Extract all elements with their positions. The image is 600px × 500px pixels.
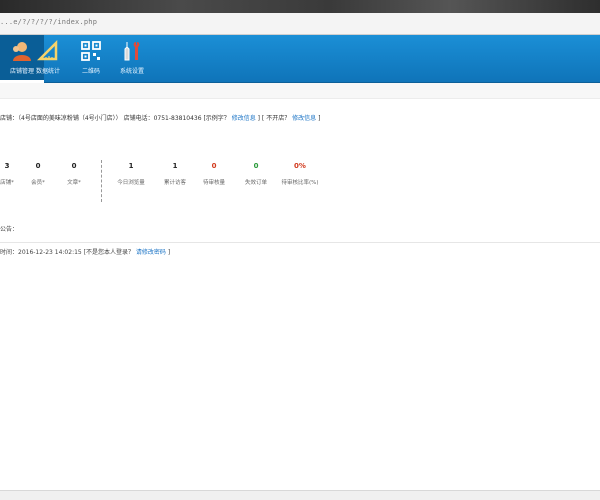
shop-info-line: 店铺：（4号店面的美味凉粉铺（4号小门店）） 店铺电话：0751-8381043… bbox=[0, 113, 320, 122]
notice-label: 公告： bbox=[0, 226, 19, 233]
stat-label: 文章* bbox=[67, 180, 81, 186]
stat-item: 1 今日浏览量 bbox=[106, 162, 156, 186]
nav-label: 数据统计 bbox=[35, 68, 60, 75]
login-time-text: 时间：2016-12-23 14:02:15 bbox=[0, 249, 82, 256]
nav-item-qrcode[interactable]: 二维码 bbox=[69, 35, 113, 83]
shop-name-text: 店铺：（4号店面的美味凉粉铺（4号小门店）） bbox=[0, 115, 122, 122]
stats-panel: 3 店铺* 0 会员* 0 文章* 1 今日浏览量 1 累计访客 0 待审核量 … bbox=[0, 162, 340, 190]
sub-header-bar bbox=[0, 83, 600, 99]
bracket-end: ] bbox=[167, 249, 171, 256]
qr-code-icon bbox=[81, 41, 101, 61]
stat-value: 0% bbox=[294, 162, 306, 170]
shop-question: [示例字？ bbox=[203, 115, 230, 122]
edit-info-link[interactable]: 修改信息 bbox=[232, 115, 256, 122]
ruler-triangle-icon bbox=[37, 40, 58, 61]
photo-background-strip bbox=[0, 0, 600, 13]
stat-item: 0 失效订单 bbox=[231, 162, 281, 186]
shop-phone-text: 店铺电话：0751-83810436 bbox=[123, 115, 202, 122]
main-nav: 店铺管理 数据统计 二维码 系统设置 bbox=[0, 35, 600, 83]
stat-value: 1 bbox=[128, 162, 134, 170]
bracket-end: ] bbox=[318, 115, 321, 122]
stat-value: 0 bbox=[71, 162, 77, 170]
nav-label: 二维码 bbox=[81, 68, 100, 75]
change-password-link[interactable]: 请修改密码 bbox=[136, 249, 166, 256]
divider bbox=[0, 242, 600, 243]
not-open-text: 不开店？ bbox=[266, 115, 291, 122]
stat-item: 0 文章* bbox=[49, 162, 99, 186]
browser-status-bar bbox=[0, 490, 600, 500]
stat-value: 0 bbox=[253, 162, 259, 170]
edit-info-link-2[interactable]: 修改信息 bbox=[292, 115, 316, 122]
stat-label: 失效订单 bbox=[244, 180, 267, 186]
stats-divider bbox=[101, 160, 102, 202]
nav-item-stats[interactable]: 数据统计 bbox=[26, 35, 70, 83]
nav-item-settings[interactable]: 系统设置 bbox=[110, 35, 154, 83]
nav-label: 系统设置 bbox=[119, 68, 144, 75]
login-question: [不是您本人登录？ bbox=[83, 249, 134, 256]
stat-item: 0% 待审核比率(%) bbox=[275, 162, 325, 186]
browser-address-bar[interactable]: ...e/?/?/?/?/index.php bbox=[0, 13, 600, 35]
stat-label: 待审核比率(%) bbox=[281, 180, 319, 186]
stat-label: 今日浏览量 bbox=[117, 180, 145, 186]
tools-icon bbox=[124, 42, 140, 61]
separator: ] [ bbox=[257, 115, 265, 122]
login-info-line: 时间：2016-12-23 14:02:15 [不是您本人登录？ 请修改密码 ] bbox=[0, 247, 170, 256]
url-text: ...e/?/?/?/?/index.php bbox=[0, 18, 98, 26]
